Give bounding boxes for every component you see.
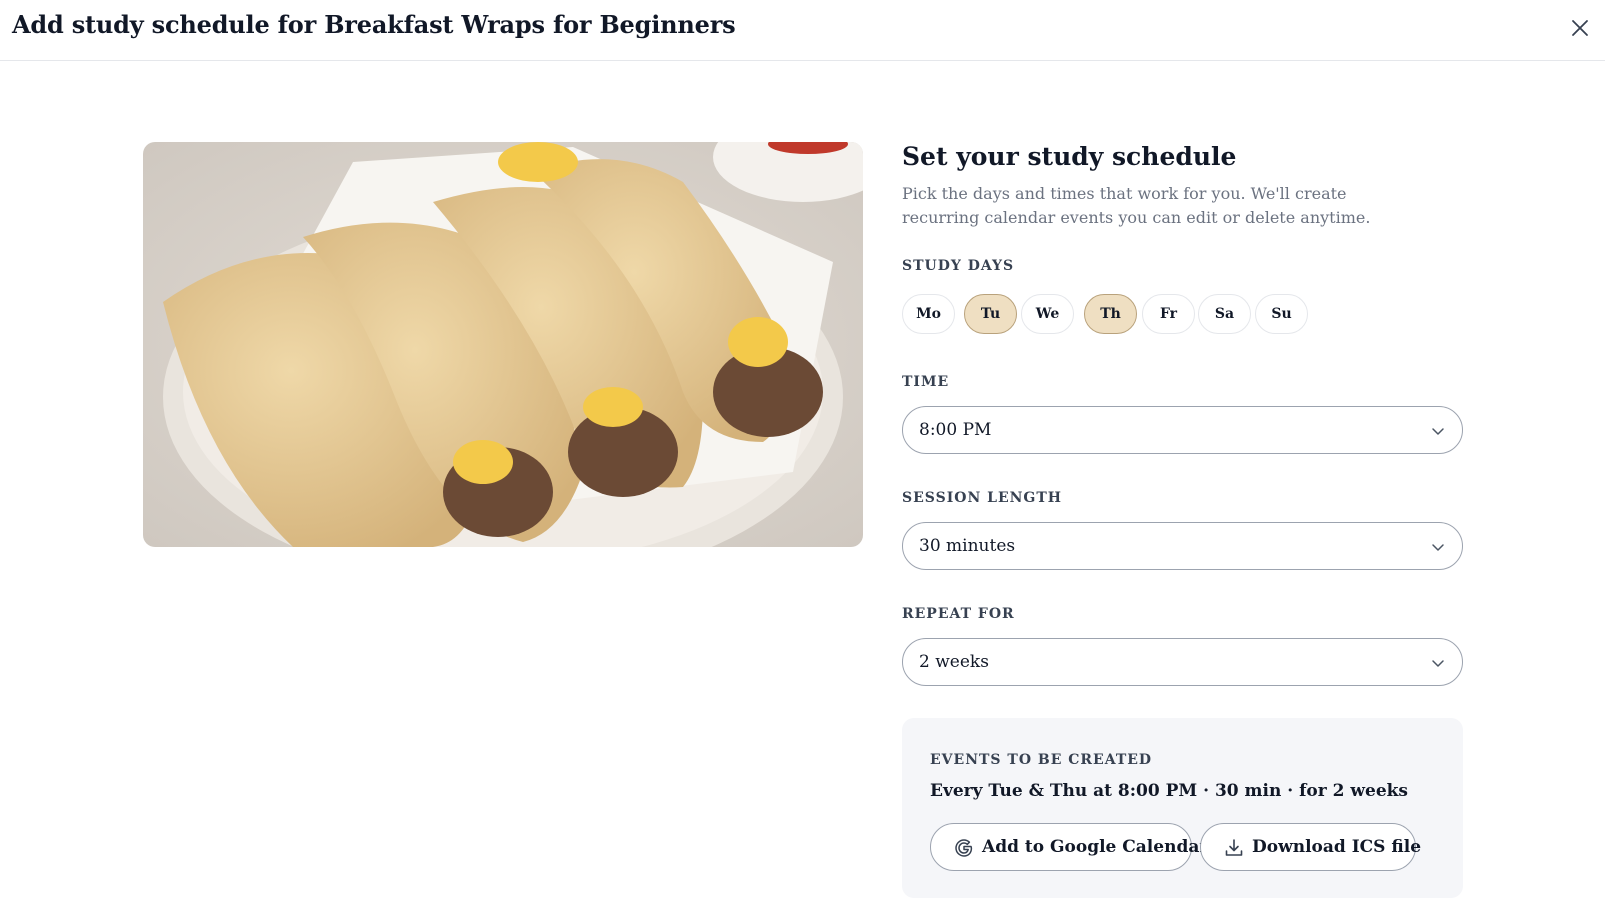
events-summary: Every Tue & Thu at 8:00 PM · 30 min · fo… (930, 781, 1408, 801)
day-toggle-tu[interactable]: Tu (964, 294, 1017, 334)
add-to-google-calendar-button[interactable]: Add to Google Calendar (930, 823, 1208, 871)
repeat-for-select[interactable]: 2 weeks (902, 638, 1463, 686)
google-button-label: Add to Google Calendar (982, 837, 1209, 857)
ics-button-label: Download ICS file (1252, 837, 1422, 857)
session-length-label: SESSION LENGTH (902, 490, 1063, 506)
repeat-for-value: 2 weeks (919, 652, 989, 672)
chevron-down-icon (1432, 660, 1444, 667)
close-icon (1572, 20, 1588, 36)
day-toggle-th[interactable]: Th (1084, 294, 1137, 334)
day-toggle-mo[interactable]: Mo (902, 294, 955, 334)
chevron-down-icon (1432, 428, 1444, 435)
day-toggle-su[interactable]: Su (1255, 294, 1308, 334)
close-button[interactable] (1566, 14, 1594, 42)
session-length-select[interactable]: 30 minutes (902, 522, 1463, 570)
events-summary-card: EVENTS TO BE CREATED Every Tue & Thu at … (902, 718, 1463, 898)
download-ics-button[interactable]: Download ICS file (1200, 823, 1421, 871)
panel-description: Pick the days and times that work for yo… (902, 184, 1371, 227)
time-label: TIME (902, 374, 950, 390)
time-select[interactable]: 8:00 PM (902, 406, 1463, 454)
google-icon (955, 839, 973, 857)
time-value: 8:00 PM (919, 420, 992, 440)
day-toggle-sa[interactable]: Sa (1198, 294, 1251, 334)
events-label: EVENTS TO BE CREATED (930, 752, 1153, 768)
modal-title: Add study schedule for Breakfast Wraps f… (12, 10, 736, 39)
study-days-label: STUDY DAYS (902, 258, 1015, 274)
session-length-value: 30 minutes (919, 536, 1016, 556)
day-toggle-we[interactable]: We (1021, 294, 1074, 334)
panel-title: Set your study schedule (902, 142, 1237, 171)
modal-header: Add study schedule for Breakfast Wraps f… (0, 0, 1605, 61)
chevron-down-icon (1432, 544, 1444, 551)
breakfast-wraps-photo (143, 142, 863, 547)
download-icon (1225, 839, 1243, 856)
day-toggle-fr[interactable]: Fr (1142, 294, 1195, 334)
repeat-for-label: REPEAT FOR (902, 606, 1015, 622)
